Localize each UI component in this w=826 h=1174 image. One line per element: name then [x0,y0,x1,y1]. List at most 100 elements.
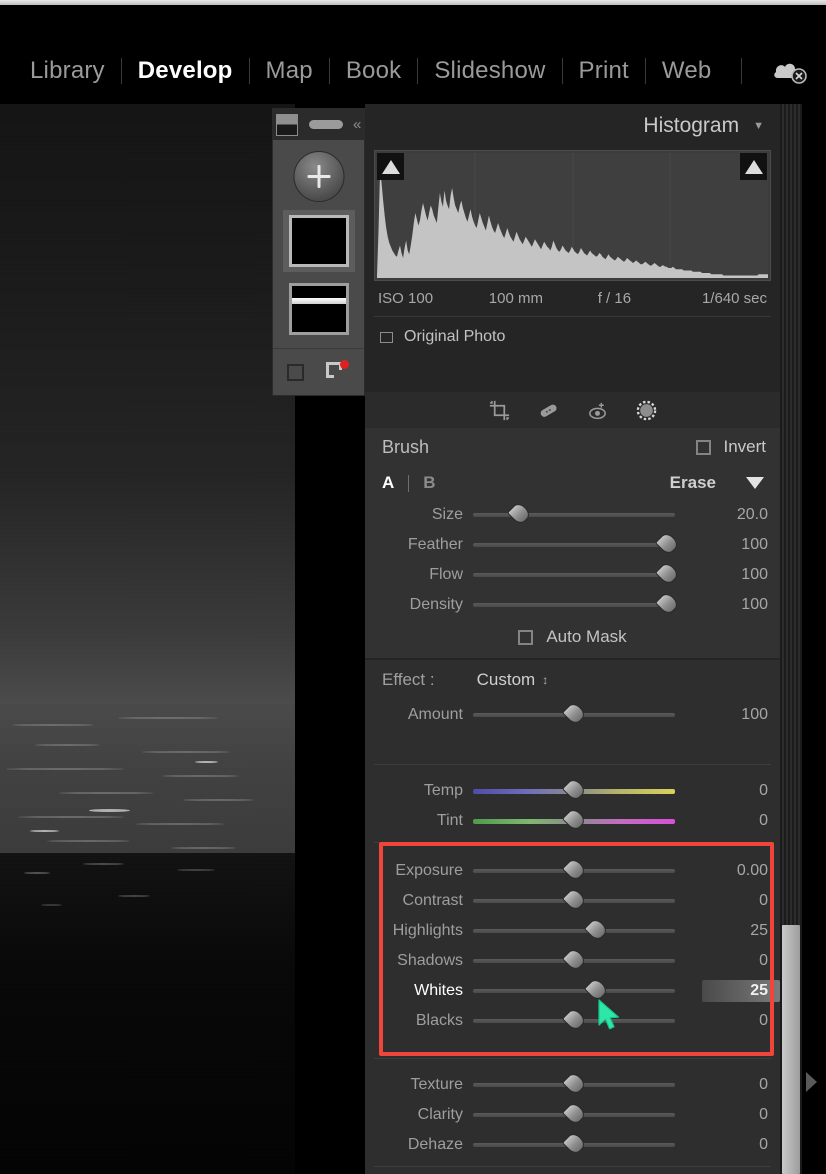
spot-removal-icon[interactable] [537,399,560,422]
brush-flow-value[interactable]: 100 [702,566,780,584]
brush-a-button[interactable]: A [382,473,394,493]
brush-flow-track[interactable] [473,560,681,587]
effect-amount-handle[interactable] [561,700,588,727]
tone-blacks-row: Blacks 0 [365,1006,780,1036]
triangle-right-icon[interactable] [806,1072,817,1092]
brush-size-track[interactable] [473,500,675,527]
mask-thumbnail-2[interactable] [283,278,355,340]
crop-overlay-icon[interactable] [488,399,511,422]
presence-dehaze-track[interactable] [473,1130,675,1157]
brush-badge-icon[interactable] [326,360,349,382]
module-develop[interactable]: Develop [122,57,249,85]
up-down-arrows-icon[interactable]: ↕ [542,674,548,686]
tone-exposure-handle[interactable] [561,856,588,883]
brush-title: Brush [382,436,430,457]
brush-density-handle[interactable] [654,590,681,617]
tone-shadows-handle[interactable] [561,946,588,973]
tone-whites-track[interactable] [473,976,675,1003]
wb-tint-track[interactable] [473,806,675,833]
tone-exposure-value[interactable]: 0.00 [702,862,780,880]
mask-thumbnail-1[interactable] [282,210,355,272]
invert-toggle[interactable]: Invert [696,437,766,457]
brush-density-value[interactable]: 100 [702,596,780,614]
histogram-panel[interactable] [374,150,771,281]
effect-amount-value[interactable]: 100 [702,706,780,724]
effect-preset-value[interactable]: Custom [477,670,536,690]
tone-highlights-label: Highlights [392,922,463,939]
presence-texture-handle[interactable] [561,1070,588,1097]
presence-clarity-handle[interactable] [561,1100,588,1127]
presence-clarity-row: Clarity 0 [365,1100,780,1130]
vertical-scrollbar[interactable] [782,925,800,1174]
drag-handle-pill-icon[interactable] [309,120,343,129]
module-print[interactable]: Print [563,57,645,85]
tone-shadows-value[interactable]: 0 [702,952,780,970]
auto-mask-checkbox[interactable] [518,629,534,645]
image-preview-stage[interactable] [0,104,295,1174]
original-photo-row[interactable]: Original Photo [374,316,771,357]
brush-size-label: Size [431,506,463,523]
brush-flow-handle[interactable] [654,560,681,587]
tone-whites-value[interactable]: 25 [702,980,780,1002]
brush-header-row: Brush Invert [365,428,780,466]
tone-contrast-handle[interactable] [561,886,588,913]
presence-dehaze-handle[interactable] [561,1130,588,1157]
tone-contrast-track[interactable] [473,886,675,913]
split-view-icon[interactable] [276,113,298,136]
tone-highlights-track[interactable] [473,916,675,943]
histogram-plot[interactable] [377,153,768,278]
show-overlay-checkbox[interactable] [287,363,304,381]
histogram-header[interactable]: Histogram ▼ [365,104,780,148]
brush-size-handle[interactable] [507,500,533,527]
presence-texture-track[interactable] [473,1070,675,1097]
add-mask-button[interactable] [293,151,344,202]
chevron-down-icon[interactable]: ▼ [753,120,764,132]
tone-highlights-value[interactable]: 25 [702,922,780,940]
double-chevron-left-icon[interactable]: « [353,117,361,132]
wb-temp-handle[interactable] [561,776,588,803]
tone-highlights-handle[interactable] [583,916,610,943]
tone-exposure-track[interactable] [473,856,675,883]
tone-blacks-handle[interactable] [561,1006,588,1033]
module-library[interactable]: Library [14,57,121,85]
wb-temp-track[interactable] [473,776,675,803]
effect-amount-label: Amount [407,706,463,723]
brush-feather-value[interactable]: 100 [702,536,780,554]
presence-texture-value[interactable]: 0 [702,1076,780,1094]
brush-b-button[interactable]: B [423,473,435,493]
tone-whites-handle[interactable] [583,976,610,1003]
tone-blacks-value[interactable]: 0 [702,1012,780,1030]
brush-density-label: Density [409,596,463,613]
window-titlebar [0,5,826,38]
brush-density-track[interactable] [473,590,681,617]
invert-checkbox[interactable] [696,439,712,455]
module-web[interactable]: Web [646,57,728,85]
module-map[interactable]: Map [250,57,329,85]
auto-mask-toggle[interactable]: Auto Mask [365,620,780,654]
presence-dehaze-value[interactable]: 0 [702,1136,780,1154]
module-slideshow[interactable]: Slideshow [418,57,561,85]
brush-feather-handle[interactable] [654,530,681,557]
masking-icon[interactable] [635,399,658,422]
wb-temp-value[interactable]: 0 [702,782,780,800]
red-eye-icon[interactable] [586,399,609,422]
brush-erase-button[interactable]: Erase [670,473,716,493]
triangle-down-icon[interactable] [746,477,764,489]
original-photo-checkbox[interactable] [380,331,393,343]
shadow-clipping-triangle-icon[interactable] [377,153,404,180]
tone-shadows-track[interactable] [473,946,675,973]
wb-tint-handle[interactable] [561,806,588,833]
wb-tint-row: Tint 0 [365,806,780,836]
cloud-offline-icon[interactable] [772,57,808,85]
tone-blacks-track[interactable] [473,1006,675,1033]
presence-clarity-track[interactable] [473,1100,675,1127]
tone-contrast-value[interactable]: 0 [702,892,780,910]
wb-tint-value[interactable]: 0 [702,812,780,830]
brush-feather-track[interactable] [473,530,681,557]
brush-size-value[interactable]: 20.0 [702,506,780,524]
module-book[interactable]: Book [330,57,418,85]
presence-clarity-value[interactable]: 0 [702,1106,780,1124]
highlight-clipping-triangle-icon[interactable] [740,153,767,180]
effect-amount-track[interactable] [473,700,675,727]
tone-shadows-row: Shadows 0 [365,946,780,976]
